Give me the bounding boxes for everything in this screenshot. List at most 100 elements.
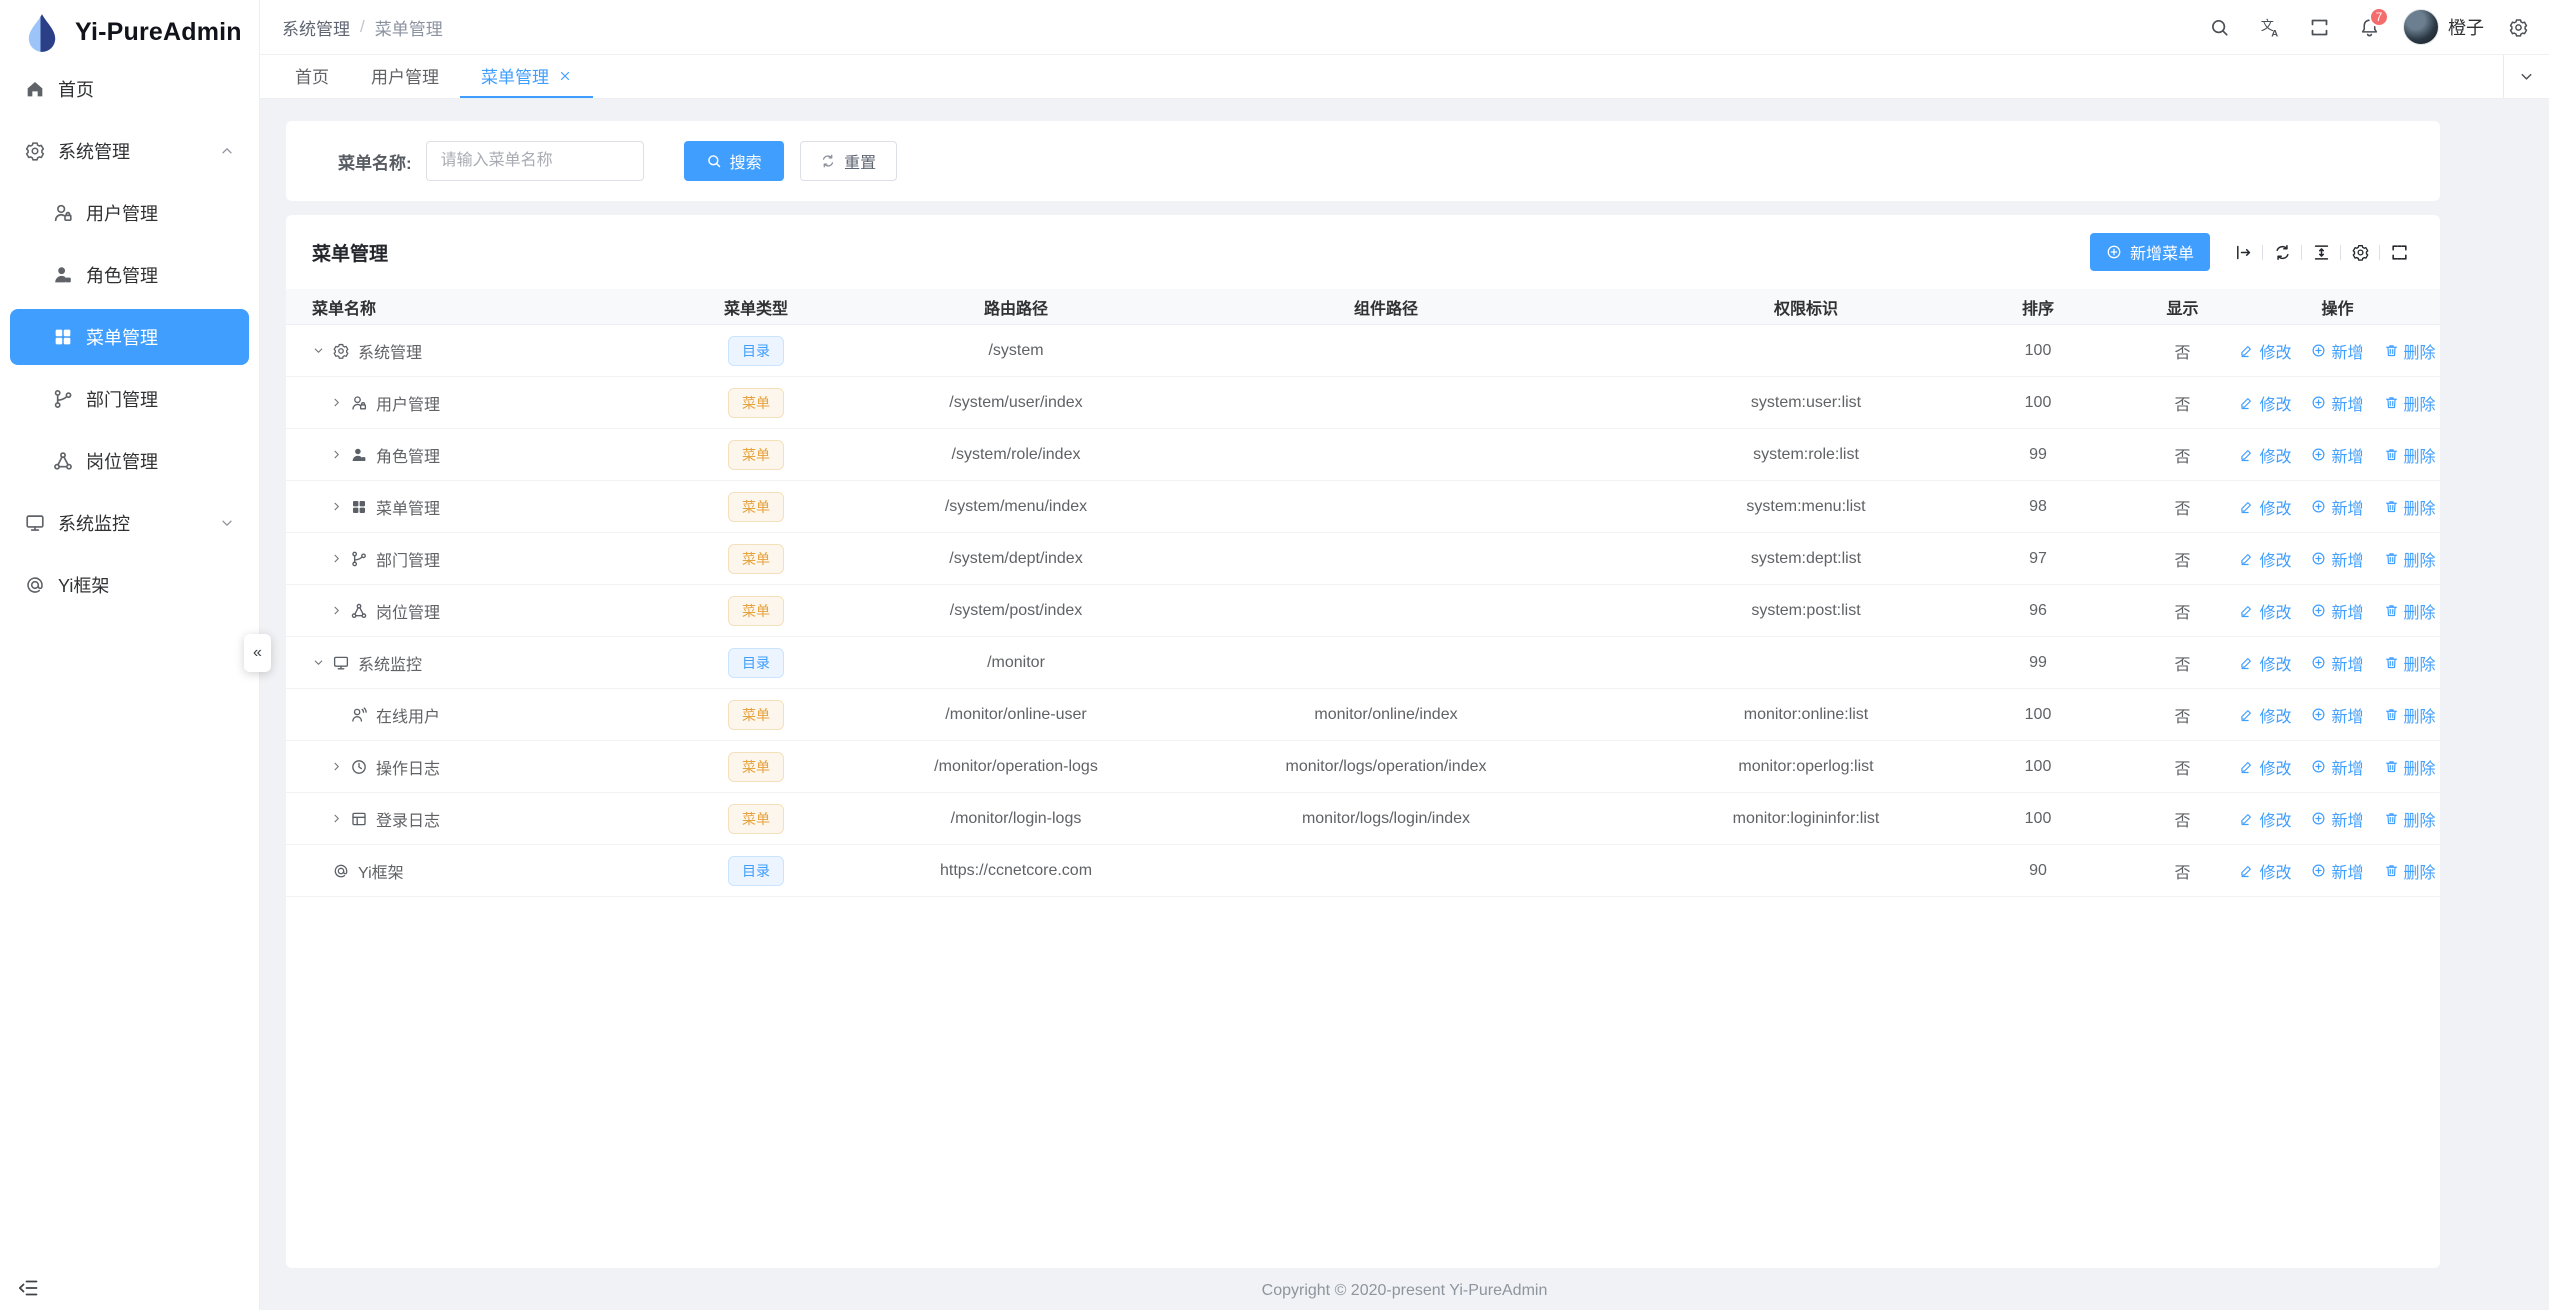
settings-button[interactable] — [2493, 0, 2543, 54]
edit-link[interactable]: 修改 — [2239, 495, 2291, 519]
density-button[interactable] — [2304, 235, 2338, 269]
column-header[interactable]: 菜单名称 — [286, 295, 586, 319]
column-header[interactable]: 组件路径 — [1106, 295, 1666, 319]
expand-toggle[interactable] — [312, 656, 332, 670]
edit-link[interactable]: 修改 — [2239, 391, 2291, 415]
add-link[interactable]: 新增 — [2311, 443, 2363, 467]
add-link[interactable]: 新增 — [2311, 651, 2363, 675]
delete-link[interactable]: 删除 — [2384, 495, 2436, 519]
app-title: Yi-PureAdmin — [75, 18, 242, 47]
delete-link[interactable]: 删除 — [2384, 755, 2436, 779]
delete-link-label: 删除 — [2404, 755, 2436, 779]
sidebar-item-dept[interactable]: 部门管理 — [10, 371, 249, 427]
add-link[interactable]: 新增 — [2311, 495, 2363, 519]
search-button[interactable] — [2194, 0, 2244, 54]
expand-toggle[interactable] — [330, 396, 350, 410]
edit-link[interactable]: 修改 — [2239, 443, 2291, 467]
add-link-label: 新增 — [2331, 859, 2363, 883]
delete-link[interactable]: 删除 — [2384, 599, 2436, 623]
sidebar-item-post[interactable]: 岗位管理 — [10, 433, 249, 489]
menu-type-tag: 菜单 — [728, 440, 784, 470]
delete-link[interactable]: 删除 — [2384, 703, 2436, 727]
edit-link-label: 修改 — [2259, 495, 2291, 519]
sidebar-collapse-button[interactable]: « — [244, 634, 271, 672]
cell-menu-name: 在线用户 — [286, 703, 586, 727]
trash-icon — [2384, 395, 2399, 410]
cell-sort: 100 — [1946, 394, 2130, 412]
sidebar-item-system[interactable]: 系统管理 — [10, 123, 249, 179]
search-submit-button[interactable]: 搜索 — [684, 141, 784, 181]
expand-toggle[interactable] — [330, 500, 350, 514]
delete-link[interactable]: 删除 — [2384, 859, 2436, 883]
add-menu-button[interactable]: 新增菜单 — [2090, 233, 2210, 271]
delete-link[interactable]: 删除 — [2384, 391, 2436, 415]
column-header[interactable]: 权限标识 — [1666, 295, 1946, 319]
add-link[interactable]: 新增 — [2311, 391, 2363, 415]
edit-link[interactable]: 修改 — [2239, 651, 2291, 675]
breadcrumb-item[interactable]: 系统管理 — [282, 15, 350, 40]
delete-link[interactable]: 删除 — [2384, 443, 2436, 467]
column-header[interactable]: 菜单类型 — [586, 295, 926, 319]
sidebar-item-frame[interactable]: Yi框架 — [10, 557, 249, 613]
expand-toggle[interactable] — [312, 344, 332, 358]
table-fullscreen-button[interactable] — [2382, 235, 2416, 269]
sidebar-item-monitor[interactable]: 系统监控 — [10, 495, 249, 551]
gear-icon — [2351, 243, 2370, 262]
sidebar-item-menu[interactable]: 菜单管理 — [10, 309, 249, 365]
role-icon — [52, 264, 74, 286]
delete-link[interactable]: 删除 — [2384, 339, 2436, 363]
tab-用户管理[interactable]: 用户管理 — [350, 55, 460, 98]
notification-button[interactable]: 7 — [2344, 0, 2394, 54]
nodes-icon — [350, 602, 368, 620]
export-button[interactable] — [2226, 235, 2260, 269]
sidebar-item-label: 角色管理 — [86, 262, 158, 288]
add-link[interactable]: 新增 — [2311, 599, 2363, 623]
expand-toggle[interactable] — [330, 448, 350, 462]
translate-button[interactable]: 文A — [2244, 0, 2294, 54]
menu-fold-icon[interactable] — [16, 1276, 40, 1300]
expand-toggle[interactable] — [330, 760, 350, 774]
edit-link[interactable]: 修改 — [2239, 547, 2291, 571]
add-link[interactable]: 新增 — [2311, 547, 2363, 571]
edit-icon — [2239, 811, 2254, 826]
delete-link[interactable]: 删除 — [2384, 651, 2436, 675]
tab-菜单管理[interactable]: 菜单管理 — [460, 55, 593, 98]
add-link[interactable]: 新增 — [2311, 703, 2363, 727]
delete-link[interactable]: 删除 — [2384, 547, 2436, 571]
sidebar-item-user[interactable]: 用户管理 — [10, 185, 249, 241]
tabs-dropdown-button[interactable] — [2503, 55, 2549, 98]
column-header[interactable]: 路由路径 — [926, 295, 1106, 319]
column-settings-button[interactable] — [2343, 235, 2377, 269]
edit-link[interactable]: 修改 — [2239, 339, 2291, 363]
add-link[interactable]: 新增 — [2311, 807, 2363, 831]
add-link[interactable]: 新增 — [2311, 859, 2363, 883]
expand-toggle[interactable] — [330, 812, 350, 826]
menu-name-input[interactable] — [426, 141, 644, 181]
expand-toggle[interactable] — [330, 604, 350, 618]
column-header[interactable]: 操作 — [2235, 295, 2440, 319]
add-link[interactable]: 新增 — [2311, 339, 2363, 363]
user-menu[interactable]: 橙子 — [2403, 9, 2484, 45]
delete-link[interactable]: 删除 — [2384, 807, 2436, 831]
sidebar-item-role[interactable]: 角色管理 — [10, 247, 249, 303]
edit-link[interactable]: 修改 — [2239, 599, 2291, 623]
expand-toggle[interactable] — [330, 552, 350, 566]
refresh-table-button[interactable] — [2265, 235, 2299, 269]
add-link[interactable]: 新增 — [2311, 755, 2363, 779]
edit-link[interactable]: 修改 — [2239, 807, 2291, 831]
trash-icon — [2384, 863, 2399, 878]
column-header[interactable]: 显示 — [2130, 295, 2235, 319]
edit-link[interactable]: 修改 — [2239, 755, 2291, 779]
plus-circle-icon — [2311, 447, 2326, 462]
reset-button[interactable]: 重置 — [800, 141, 897, 181]
edit-link-label: 修改 — [2259, 391, 2291, 415]
edit-link[interactable]: 修改 — [2239, 859, 2291, 883]
edit-link[interactable]: 修改 — [2239, 703, 2291, 727]
cell-menu-type: 目录 — [586, 648, 926, 678]
fullscreen-button[interactable] — [2294, 0, 2344, 54]
tab-close-icon[interactable] — [558, 69, 572, 83]
column-header[interactable]: 排序 — [1946, 295, 2130, 319]
sidebar-item-home[interactable]: 首页 — [10, 61, 249, 117]
tab-首页[interactable]: 首页 — [274, 55, 350, 98]
cell-menu-type: 菜单 — [586, 492, 926, 522]
